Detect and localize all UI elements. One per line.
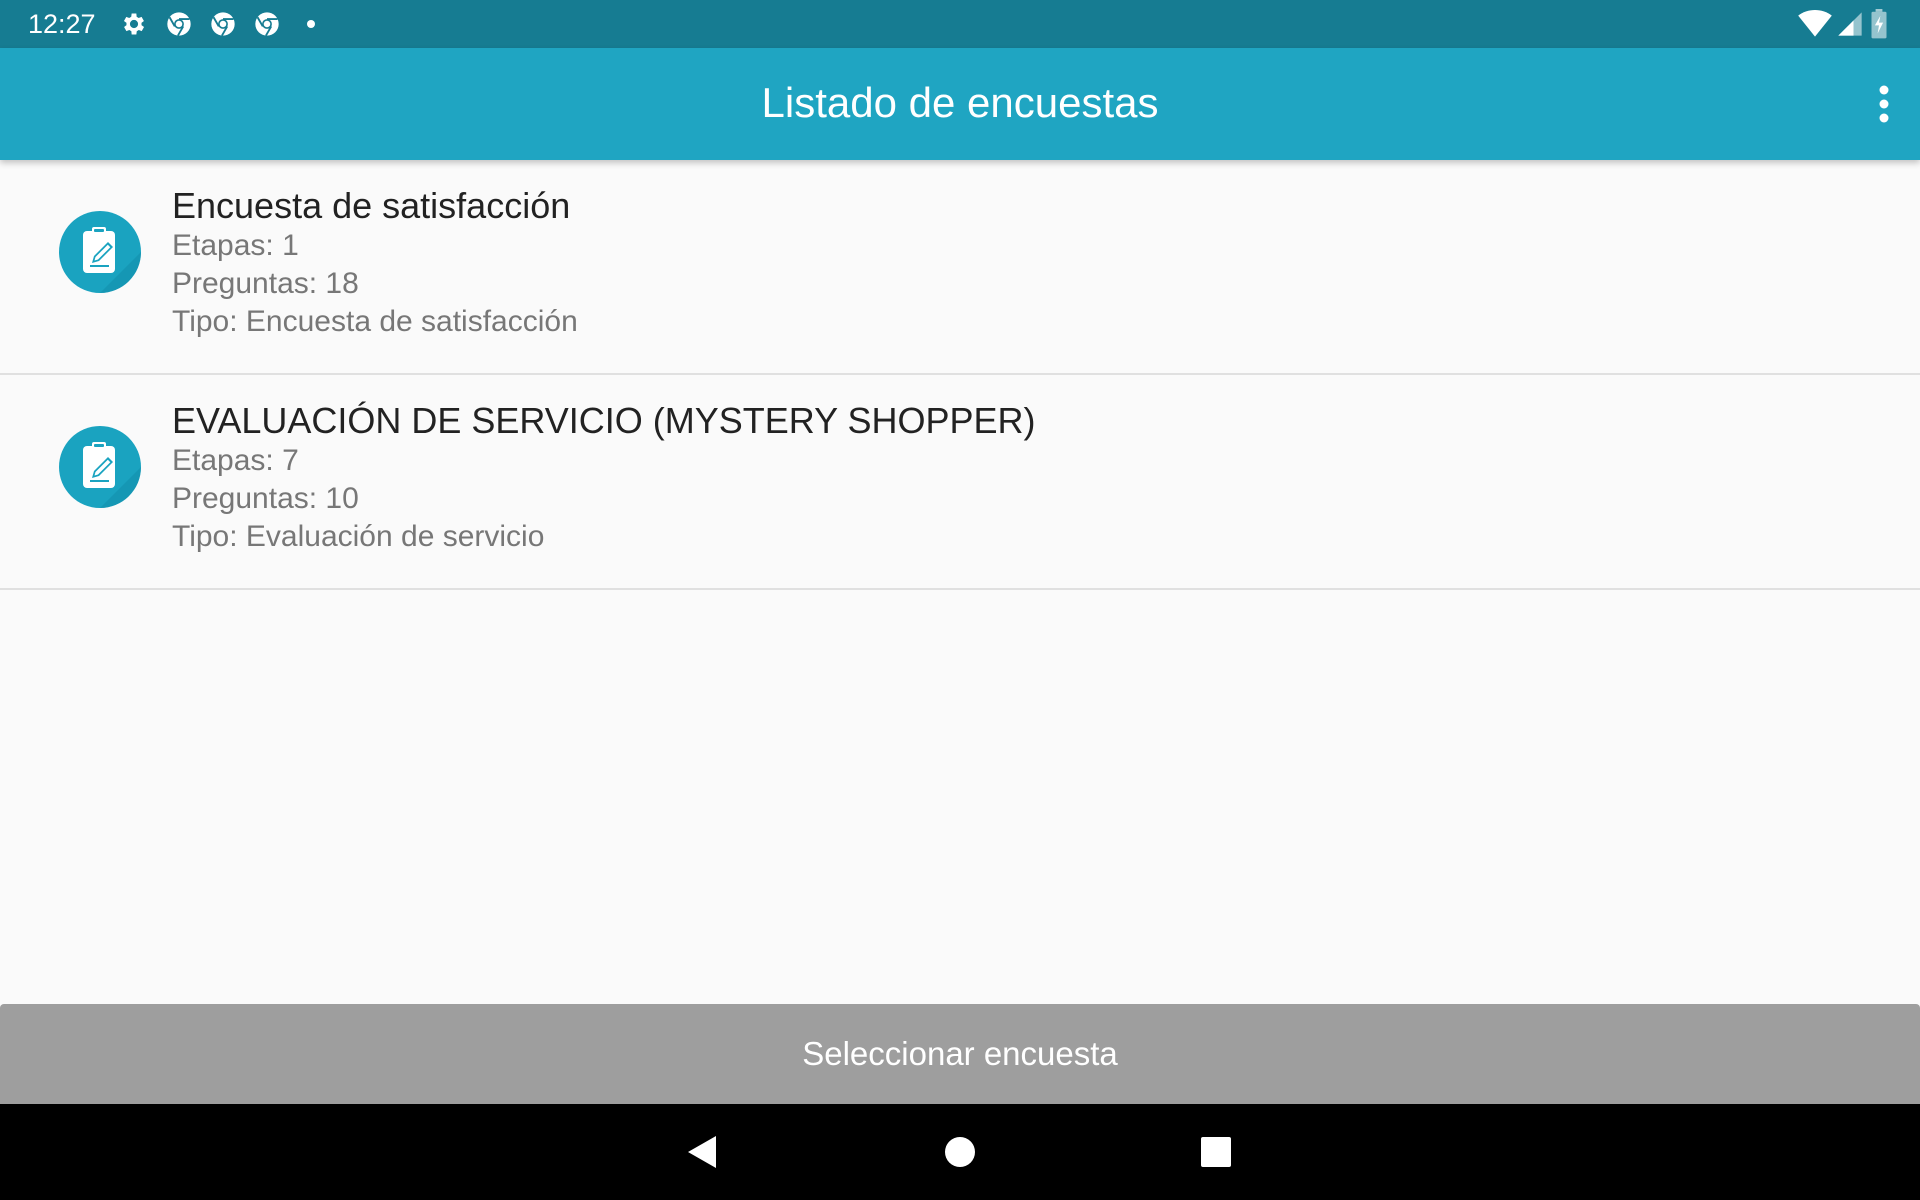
survey-stages: Etapas: 1: [172, 229, 299, 262]
clipboard-edit-icon: [83, 442, 141, 508]
survey-title: EVALUACIÓN DE SERVICIO (MYSTERY SHOPPER): [172, 400, 1036, 441]
status-bar: 12:27: [0, 0, 1920, 48]
survey-title: Encuesta de satisfacción: [172, 185, 571, 226]
dot-icon: [307, 20, 315, 28]
survey-type: Tipo: Encuesta de satisfacción: [172, 305, 578, 338]
status-time: 12:27: [28, 9, 96, 39]
survey-questions: Preguntas: 10: [172, 482, 359, 515]
gear-icon: [123, 13, 145, 35]
battery-charging-icon: [1871, 9, 1887, 39]
survey-text: EVALUACIÓN DE SERVICIO (MYSTERY SHOPPER)…: [172, 400, 1036, 556]
clipboard-edit-icon: [83, 227, 141, 293]
survey-type: Tipo: Evaluación de servicio: [172, 520, 545, 553]
screen: 12:27 Listado de encuestas Encuesta de s…: [0, 0, 1920, 1200]
navigation-bar: [0, 1104, 1920, 1200]
survey-avatar: [59, 211, 141, 293]
survey-questions: Preguntas: 18: [172, 267, 359, 300]
overflow-menu-button[interactable]: [1860, 72, 1908, 136]
home-icon[interactable]: [936, 1128, 984, 1176]
recents-icon[interactable]: [1192, 1128, 1240, 1176]
select-survey-button[interactable]: Seleccionar encuesta: [0, 1004, 1920, 1104]
back-icon[interactable]: [680, 1128, 728, 1176]
survey-list: Encuesta de satisfacción Etapas: 1 Pregu…: [0, 160, 1920, 590]
more-vert-icon: [1879, 85, 1889, 123]
wifi-icon: [1798, 10, 1832, 37]
survey-list-item[interactable]: EVALUACIÓN DE SERVICIO (MYSTERY SHOPPER)…: [0, 375, 1920, 590]
survey-stages: Etapas: 7: [172, 444, 299, 477]
survey-text: Encuesta de satisfacción Etapas: 1 Pregu…: [172, 185, 578, 341]
chrome-icon: [211, 12, 235, 37]
page-title: Listado de encuestas: [761, 79, 1159, 126]
signal-icon: [1838, 12, 1862, 36]
chrome-icon: [255, 12, 279, 37]
app-bar: Listado de encuestas: [0, 48, 1920, 160]
survey-list-item[interactable]: Encuesta de satisfacción Etapas: 1 Pregu…: [0, 160, 1920, 375]
survey-avatar: [59, 426, 141, 508]
chrome-icon: [167, 12, 191, 37]
